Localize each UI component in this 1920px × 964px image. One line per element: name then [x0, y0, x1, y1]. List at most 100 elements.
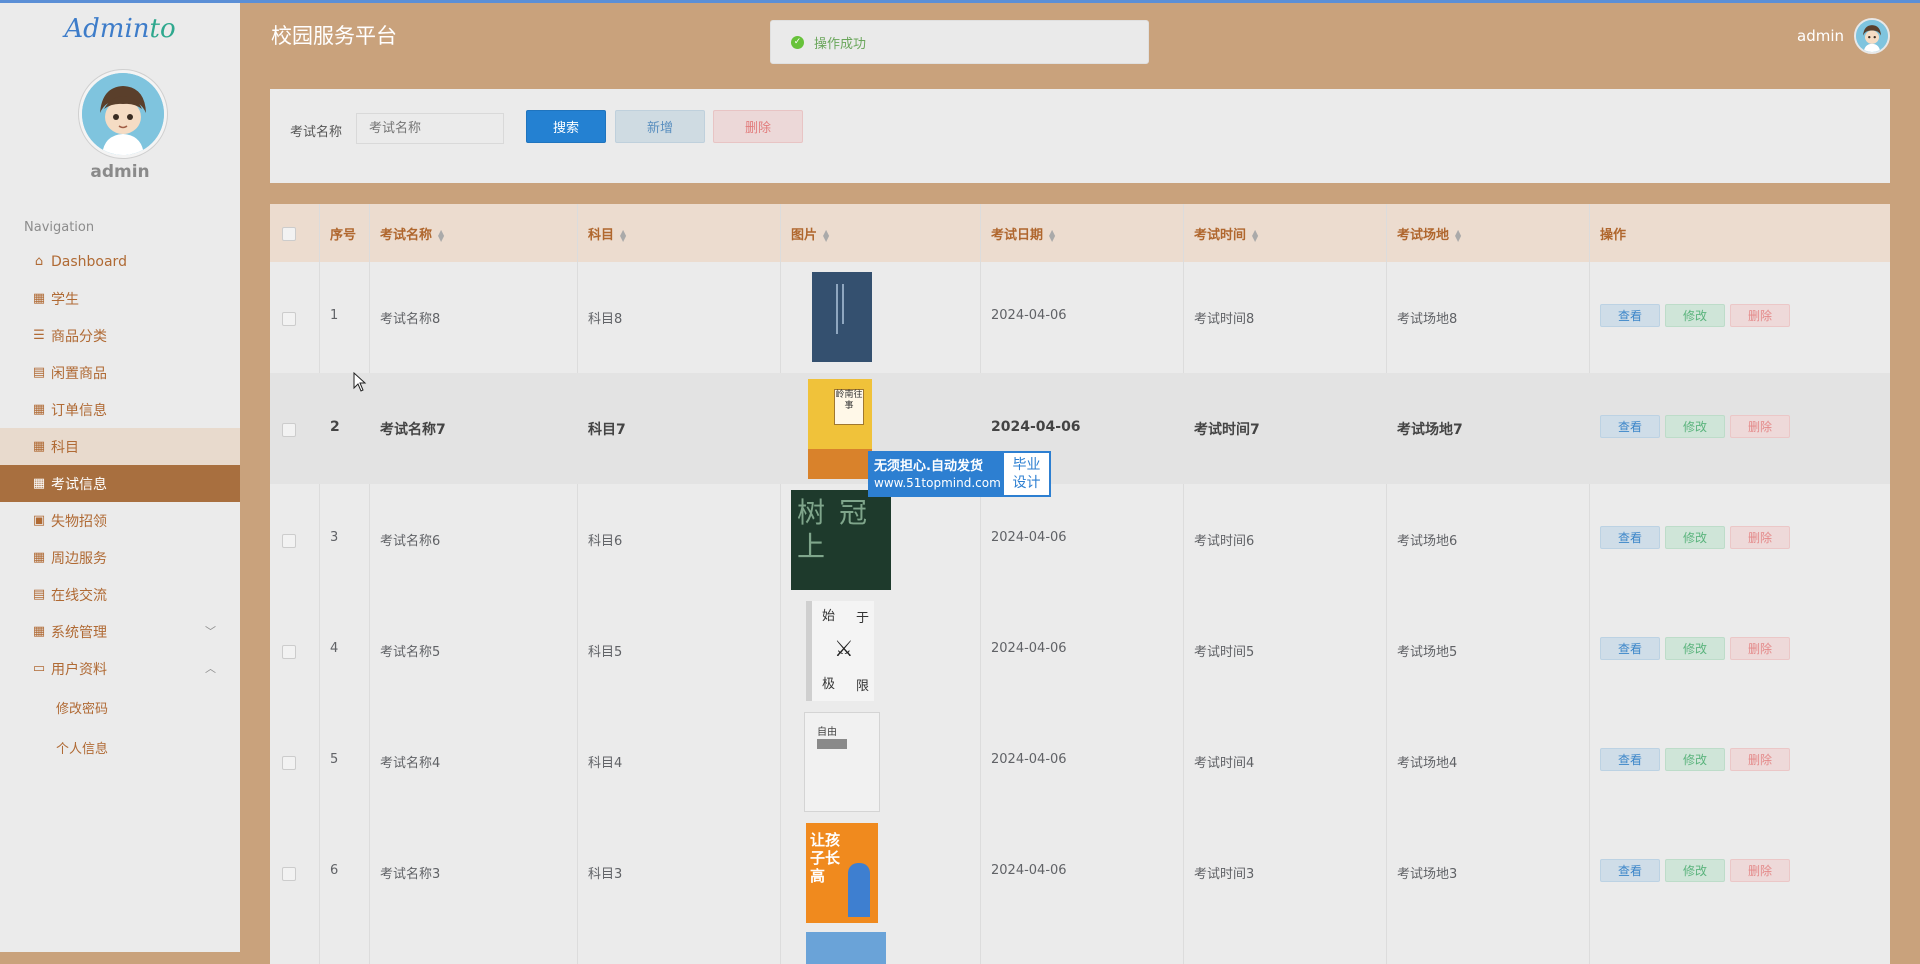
- delete-button[interactable]: 删除: [1730, 526, 1790, 549]
- sidebar-subitem-personal-info[interactable]: 个人信息: [0, 727, 240, 767]
- cell-exam-place: 考试场地8: [1397, 312, 1458, 327]
- table-header: 序号 考试名称 ▲ ▼ 科目 ▲ ▼ 图片 ▲ ▼ 考试日期 ▲ ▼ 考试时间 ▲ ▼ 考试场地 ▲ ▼…: [270, 204, 1890, 262]
- sort-icon[interactable]: ▲ ▼: [1049, 228, 1055, 242]
- exam-image[interactable]: [812, 272, 872, 362]
- select-all-checkbox[interactable]: [282, 227, 296, 241]
- sidebar-item-online-chat[interactable]: ▤ 在线交流: [0, 576, 240, 613]
- search-panel: 考试名称 搜索 新增 删除: [270, 89, 1890, 183]
- cell-exam-time: 考试时间8: [1194, 312, 1255, 327]
- table-row[interactable]: 1 考试名称8 科目8 2024-04-06 考试时间8 考试场地8 查看 修改…: [270, 262, 1890, 373]
- cell-subject: 科目4: [588, 756, 623, 771]
- table-row[interactable]: 3 考试名称6 科目6 树冠上 2024-04-06 考试时间6 考试场地6 查…: [270, 484, 1890, 595]
- edit-button[interactable]: 修改: [1665, 637, 1725, 660]
- exam-image[interactable]: 让孩子长高: [806, 823, 878, 923]
- row-checkbox[interactable]: [282, 645, 296, 659]
- sidebar-subitem-change-password[interactable]: 修改密码: [0, 687, 240, 727]
- view-button[interactable]: 查看: [1600, 526, 1660, 549]
- column-header-label: 考试日期: [991, 228, 1044, 243]
- toast-message: 操作成功: [814, 36, 867, 52]
- column-header-subject[interactable]: 科目 ▲ ▼: [588, 224, 626, 243]
- sidebar-item-students[interactable]: ▦ 学生: [0, 280, 240, 317]
- row-checkbox[interactable]: [282, 312, 296, 326]
- sort-icon[interactable]: ▲ ▼: [823, 228, 829, 242]
- sidebar-item-idle-goods[interactable]: ▤ 闲置商品: [0, 354, 240, 391]
- table-row[interactable]: 4 考试名称5 科目5 始 于 ⚔ 极 限 2024-04-06 考试时间5 考…: [270, 595, 1890, 706]
- sort-icon[interactable]: ▲ ▼: [438, 228, 444, 242]
- cell-exam-place: 考试场地7: [1397, 422, 1463, 438]
- exam-image[interactable]: 树冠上: [791, 490, 891, 590]
- top-user-menu[interactable]: admin: [1797, 18, 1890, 54]
- sidebar-item-label: 订单信息: [51, 402, 107, 419]
- column-header-image[interactable]: 图片 ▲ ▼: [791, 224, 829, 243]
- edit-button[interactable]: 修改: [1665, 859, 1725, 882]
- sidebar-item-exam-info[interactable]: ▦ 考试信息: [0, 465, 240, 502]
- sort-icon[interactable]: ▲ ▼: [620, 228, 626, 242]
- clipboard-icon: ▤: [32, 587, 46, 602]
- row-checkbox[interactable]: [282, 867, 296, 881]
- table-row[interactable]: 2 考试名称7 科目7 岭南往事 2024-04-06 考试时间7 考试场地7 …: [270, 373, 1890, 484]
- sidebar-item-label: 系统管理: [51, 624, 107, 641]
- site-title: 校园服务平台: [271, 24, 397, 48]
- add-button[interactable]: 新增: [615, 110, 705, 143]
- view-button[interactable]: 查看: [1600, 748, 1660, 771]
- batch-delete-button[interactable]: 删除: [713, 110, 803, 143]
- column-header-actions: 操作: [1600, 224, 1626, 243]
- edit-button[interactable]: 修改: [1665, 748, 1725, 771]
- sidebar-item-label: 在线交流: [51, 587, 107, 604]
- exam-name-search-input[interactable]: [356, 113, 504, 144]
- avatar-illustration: [82, 73, 164, 155]
- edit-button[interactable]: 修改: [1665, 526, 1725, 549]
- column-header-label: 考试场地: [1397, 228, 1450, 243]
- delete-button[interactable]: 删除: [1730, 304, 1790, 327]
- sidebar-item-categories[interactable]: ☰ 商品分类: [0, 317, 240, 354]
- sidebar-item-nearby-services[interactable]: ▦ 周边服务: [0, 539, 240, 576]
- sidebar-item-system-management[interactable]: ▦ 系统管理 ﹀: [0, 613, 240, 650]
- view-button[interactable]: 查看: [1600, 304, 1660, 327]
- table-row[interactable]: 6 考试名称3 科目3 让孩子长高 2024-04-06 考试时间3 考试场地3…: [270, 817, 1890, 928]
- cell-no: 3: [330, 530, 339, 545]
- column-header-exam-place[interactable]: 考试场地 ▲ ▼: [1397, 224, 1461, 243]
- row-checkbox[interactable]: [282, 756, 296, 770]
- sidebar-item-user-profile[interactable]: ▭ 用户资料 ︿: [0, 650, 240, 687]
- column-header-label: 考试时间: [1194, 228, 1247, 243]
- row-checkbox[interactable]: [282, 423, 296, 437]
- delete-button[interactable]: 删除: [1730, 415, 1790, 438]
- cell-exam-name: 考试名称3: [380, 867, 441, 882]
- exam-image[interactable]: 自由: [804, 712, 880, 812]
- cell-no: 4: [330, 641, 339, 656]
- row-checkbox[interactable]: [282, 534, 296, 548]
- cell-exam-date: 2024-04-06: [991, 752, 1067, 767]
- sidebar-item-orders[interactable]: ▦ 订单信息: [0, 391, 240, 428]
- sidebar-item-lost-found[interactable]: ▣ 失物招领: [0, 502, 240, 539]
- table-row[interactable]: 5 考试名称4 科目4 自由 2024-04-06 考试时间4 考试场地4 查看…: [270, 706, 1890, 817]
- column-header-exam-name[interactable]: 考试名称 ▲ ▼: [380, 224, 444, 243]
- column-header-exam-date[interactable]: 考试日期 ▲ ▼: [991, 224, 1055, 243]
- column-header-exam-time[interactable]: 考试时间 ▲ ▼: [1194, 224, 1258, 243]
- sidebar-item-dashboard[interactable]: ⌂ Dashboard: [0, 243, 240, 280]
- search-button[interactable]: 搜索: [526, 110, 606, 143]
- delete-button[interactable]: 删除: [1730, 637, 1790, 660]
- delete-button[interactable]: 删除: [1730, 748, 1790, 771]
- watermark-line2: www.51topmind.com: [874, 475, 1001, 490]
- cover-text: 极: [822, 677, 836, 692]
- view-button[interactable]: 查看: [1600, 859, 1660, 882]
- delete-button[interactable]: 删除: [1730, 859, 1790, 882]
- edit-button[interactable]: 修改: [1665, 304, 1725, 327]
- sidebar-item-subjects[interactable]: ▦ 科目: [0, 428, 240, 465]
- cell-exam-time: 考试时间4: [1194, 756, 1255, 771]
- top-user-avatar[interactable]: [1854, 18, 1890, 54]
- app-logo[interactable]: Adminto: [0, 14, 240, 44]
- sort-icon[interactable]: ▲ ▼: [1455, 228, 1461, 242]
- exam-image-partial[interactable]: [806, 932, 886, 964]
- cell-exam-name: 考试名称7: [380, 422, 446, 438]
- exam-image[interactable]: 岭南往事: [808, 379, 872, 479]
- sort-icon[interactable]: ▲ ▼: [1252, 228, 1258, 242]
- success-toast: ✓ 操作成功: [770, 20, 1149, 64]
- view-button[interactable]: 查看: [1600, 415, 1660, 438]
- view-button[interactable]: 查看: [1600, 637, 1660, 660]
- avatar-illustration: [1856, 20, 1888, 52]
- user-avatar[interactable]: [79, 70, 167, 158]
- cell-exam-name: 考试名称4: [380, 756, 441, 771]
- exam-image[interactable]: 始 于 ⚔ 极 限: [806, 601, 874, 701]
- edit-button[interactable]: 修改: [1665, 415, 1725, 438]
